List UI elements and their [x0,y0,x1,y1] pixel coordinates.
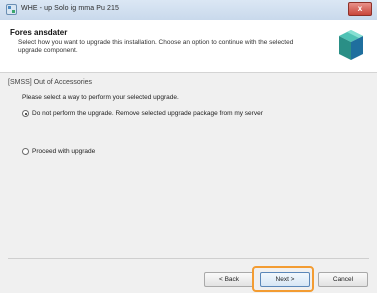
radio-button[interactable] [22,110,29,117]
next-button[interactable]: Next > [260,272,310,287]
installer-window: WHE - up Solo ig mma Pu 215 x Fores ansd… [0,0,377,293]
section-label: [SMSS] Out of Accessories [8,79,93,86]
option-label: Do not perform the upgrade. Remove selec… [32,110,263,117]
cancel-button[interactable]: Cancel [318,272,368,287]
footer-divider [8,258,369,259]
option-remove-upgrade[interactable]: Do not perform the upgrade. Remove selec… [22,110,263,117]
window-title: WHE - up Solo ig mma Pu 215 [21,5,120,12]
options-group: Please select a way to perform your sele… [22,92,362,202]
option-label: Proceed with upgrade [32,148,96,155]
wizard-header: Fores ansdater Select how you want to up… [0,20,377,73]
title-bar[interactable]: WHE - up Solo ig mma Pu 215 x [0,0,377,21]
close-icon: x [357,4,363,13]
header-description: Select how you want to upgrade this inst… [18,39,294,54]
header-title: Fores ansdater [10,28,68,37]
back-button[interactable]: < Back [204,272,254,287]
app-icon [6,4,17,15]
options-question: Please select a way to perform your sele… [22,94,179,101]
installer-box-icon [339,30,363,60]
radio-button[interactable] [22,148,29,155]
option-proceed-upgrade[interactable]: Proceed with upgrade [22,148,95,155]
close-button[interactable]: x [348,2,372,16]
